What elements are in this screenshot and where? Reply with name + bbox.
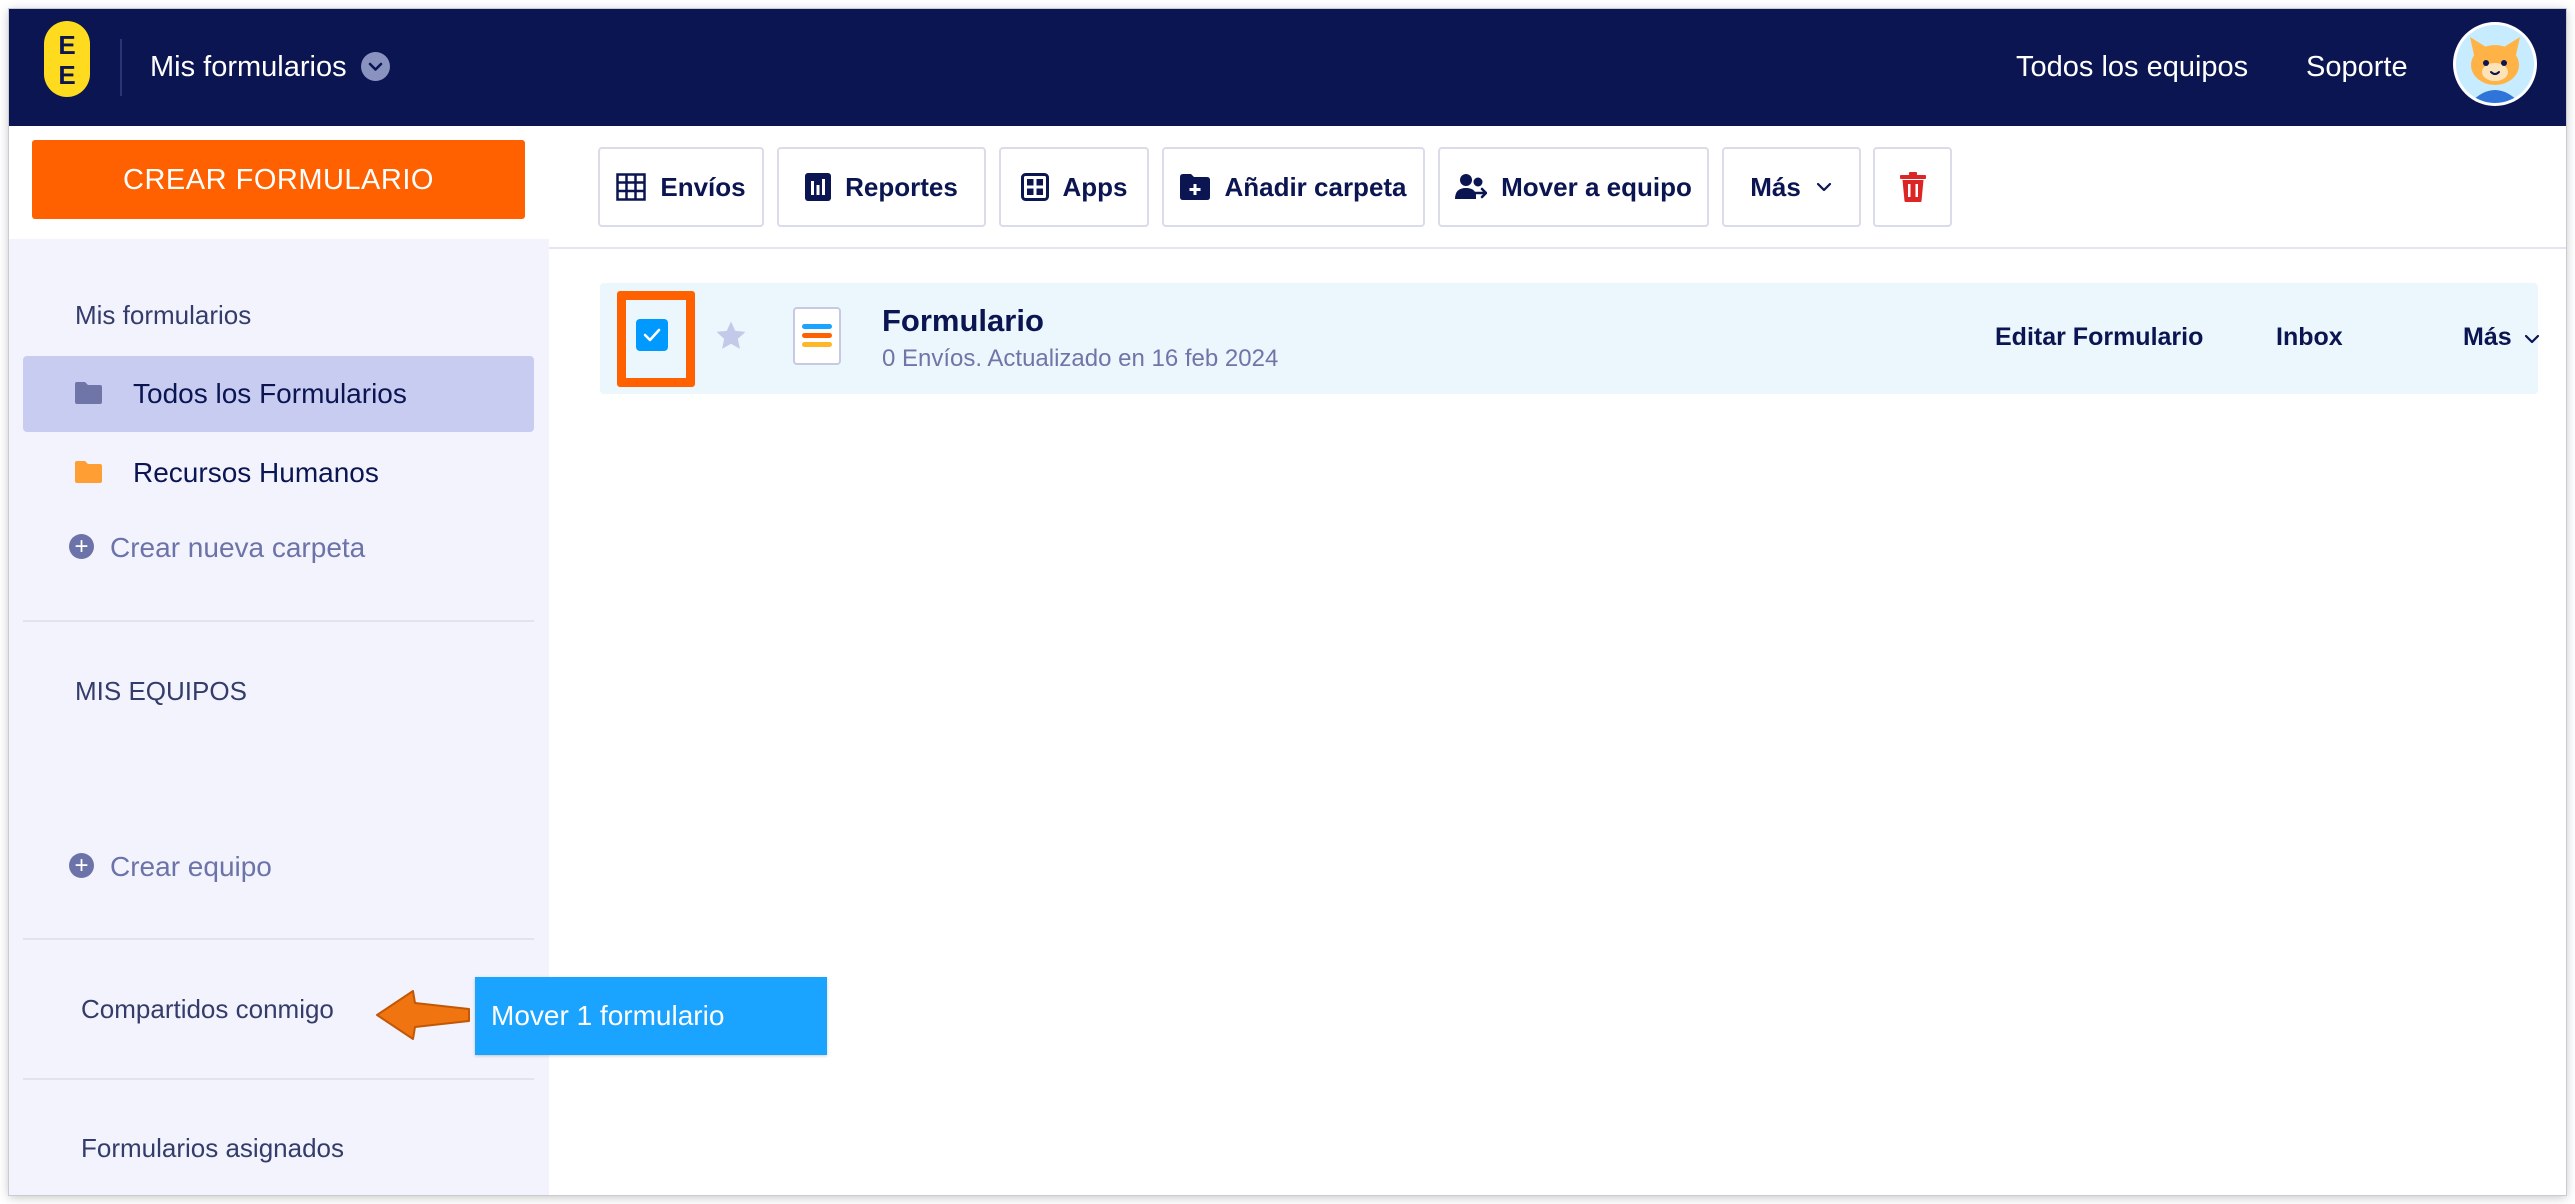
divider xyxy=(23,620,534,622)
chevron-down-icon xyxy=(1816,182,1831,192)
section-my-teams: MIS EQUIPOS xyxy=(75,676,247,706)
check-icon xyxy=(643,328,661,342)
all-teams-link[interactable]: Todos los equipos xyxy=(2016,45,2248,89)
divider xyxy=(23,1078,534,1080)
add-folder-button[interactable]: Añadir carpeta xyxy=(1162,147,1425,227)
move-to-team-label: Mover a equipo xyxy=(1501,171,1692,202)
form-list-item[interactable]: Formulario 0 Envíos. Actualizado en 16 f… xyxy=(600,283,2541,394)
app-window: E E Mis formularios Todos los equipos So… xyxy=(9,9,2566,1195)
create-folder-label: Crear nueva carpeta xyxy=(110,532,366,563)
form-meta: 0 Envíos. Actualizado en 16 feb 2024 xyxy=(882,345,1279,372)
apps-label: Apps xyxy=(1062,171,1128,202)
reports-label: Reportes xyxy=(845,171,958,202)
sidebar-item-label: Recursos Humanos xyxy=(133,457,379,488)
sidebar-item-label: Todos los Formularios xyxy=(133,378,407,409)
trash-icon xyxy=(1899,172,1926,202)
row-more-menu[interactable]: Más xyxy=(2463,323,2541,352)
avatar-cat-icon xyxy=(2456,25,2534,103)
submissions-label: Envíos xyxy=(660,171,746,202)
apps-grid-icon xyxy=(1020,173,1049,201)
avatar[interactable] xyxy=(2453,22,2537,106)
add-folder-label: Añadir carpeta xyxy=(1224,171,1407,202)
table-icon xyxy=(616,173,647,201)
sidebar-item-hr[interactable]: Recursos Humanos xyxy=(23,435,534,511)
forms-list: Formulario 0 Envíos. Actualizado en 16 f… xyxy=(549,249,2566,1195)
svg-text:E: E xyxy=(58,60,75,90)
divider xyxy=(23,938,534,940)
support-link[interactable]: Soporte xyxy=(2306,45,2408,89)
move-team-icon xyxy=(1455,174,1488,199)
create-form-button[interactable]: CREAR FORMULARIO xyxy=(32,140,525,219)
plus-circle-icon: + xyxy=(69,534,94,559)
apps-button[interactable]: Apps xyxy=(999,147,1149,227)
svg-text:E: E xyxy=(58,30,75,60)
submissions-button[interactable]: Envíos xyxy=(598,147,764,227)
more-label: Más xyxy=(1750,171,1801,202)
folder-plus-icon xyxy=(1180,174,1211,200)
star-icon[interactable] xyxy=(714,319,748,353)
more-button[interactable]: Más xyxy=(1722,147,1861,227)
header-title[interactable]: Mis formularios xyxy=(150,45,347,89)
sidebar-item-all-forms[interactable]: Todos los Formularios xyxy=(23,356,534,432)
header-divider xyxy=(120,39,122,96)
folder-icon xyxy=(75,461,102,483)
form-title[interactable]: Formulario xyxy=(882,303,1044,339)
sidebar-item-shared[interactable]: Compartidos conmigo xyxy=(81,994,334,1025)
section-my-forms: Mis formularios xyxy=(75,300,252,330)
folder-icon xyxy=(75,382,102,404)
inbox-link[interactable]: Inbox xyxy=(2276,323,2343,352)
create-team-link[interactable]: + Crear equipo xyxy=(69,851,272,883)
move-to-team-button[interactable]: Mover a equipo xyxy=(1438,147,1709,227)
create-folder-link[interactable]: + Crear nueva carpeta xyxy=(69,532,365,564)
form-type-icon xyxy=(793,307,841,365)
checkbox-highlight xyxy=(617,291,695,387)
row-more-label: Más xyxy=(2463,323,2512,351)
report-icon xyxy=(805,173,832,201)
top-bar: E E Mis formularios Todos los equipos So… xyxy=(9,9,2566,126)
edit-form-link[interactable]: Editar Formulario xyxy=(1995,323,2203,352)
sidebar-item-assigned[interactable]: Formularios asignados xyxy=(81,1133,344,1164)
sidebar-top: CREAR FORMULARIO xyxy=(9,126,549,239)
create-team-label: Crear equipo xyxy=(110,851,272,882)
toolbar: Envíos Reportes Apps Añadir carpeta Move… xyxy=(549,126,2566,249)
chevron-down-icon xyxy=(2524,334,2539,344)
delete-button[interactable] xyxy=(1873,147,1952,227)
chevron-down-icon[interactable] xyxy=(361,52,390,81)
plus-circle-icon: + xyxy=(69,853,94,878)
form-checkbox[interactable] xyxy=(636,319,668,351)
reports-button[interactable]: Reportes xyxy=(777,147,986,227)
ee-logo-icon[interactable]: E E xyxy=(44,21,90,97)
arrow-left-icon xyxy=(376,990,470,1040)
drag-tooltip: Mover 1 formulario xyxy=(475,977,827,1055)
